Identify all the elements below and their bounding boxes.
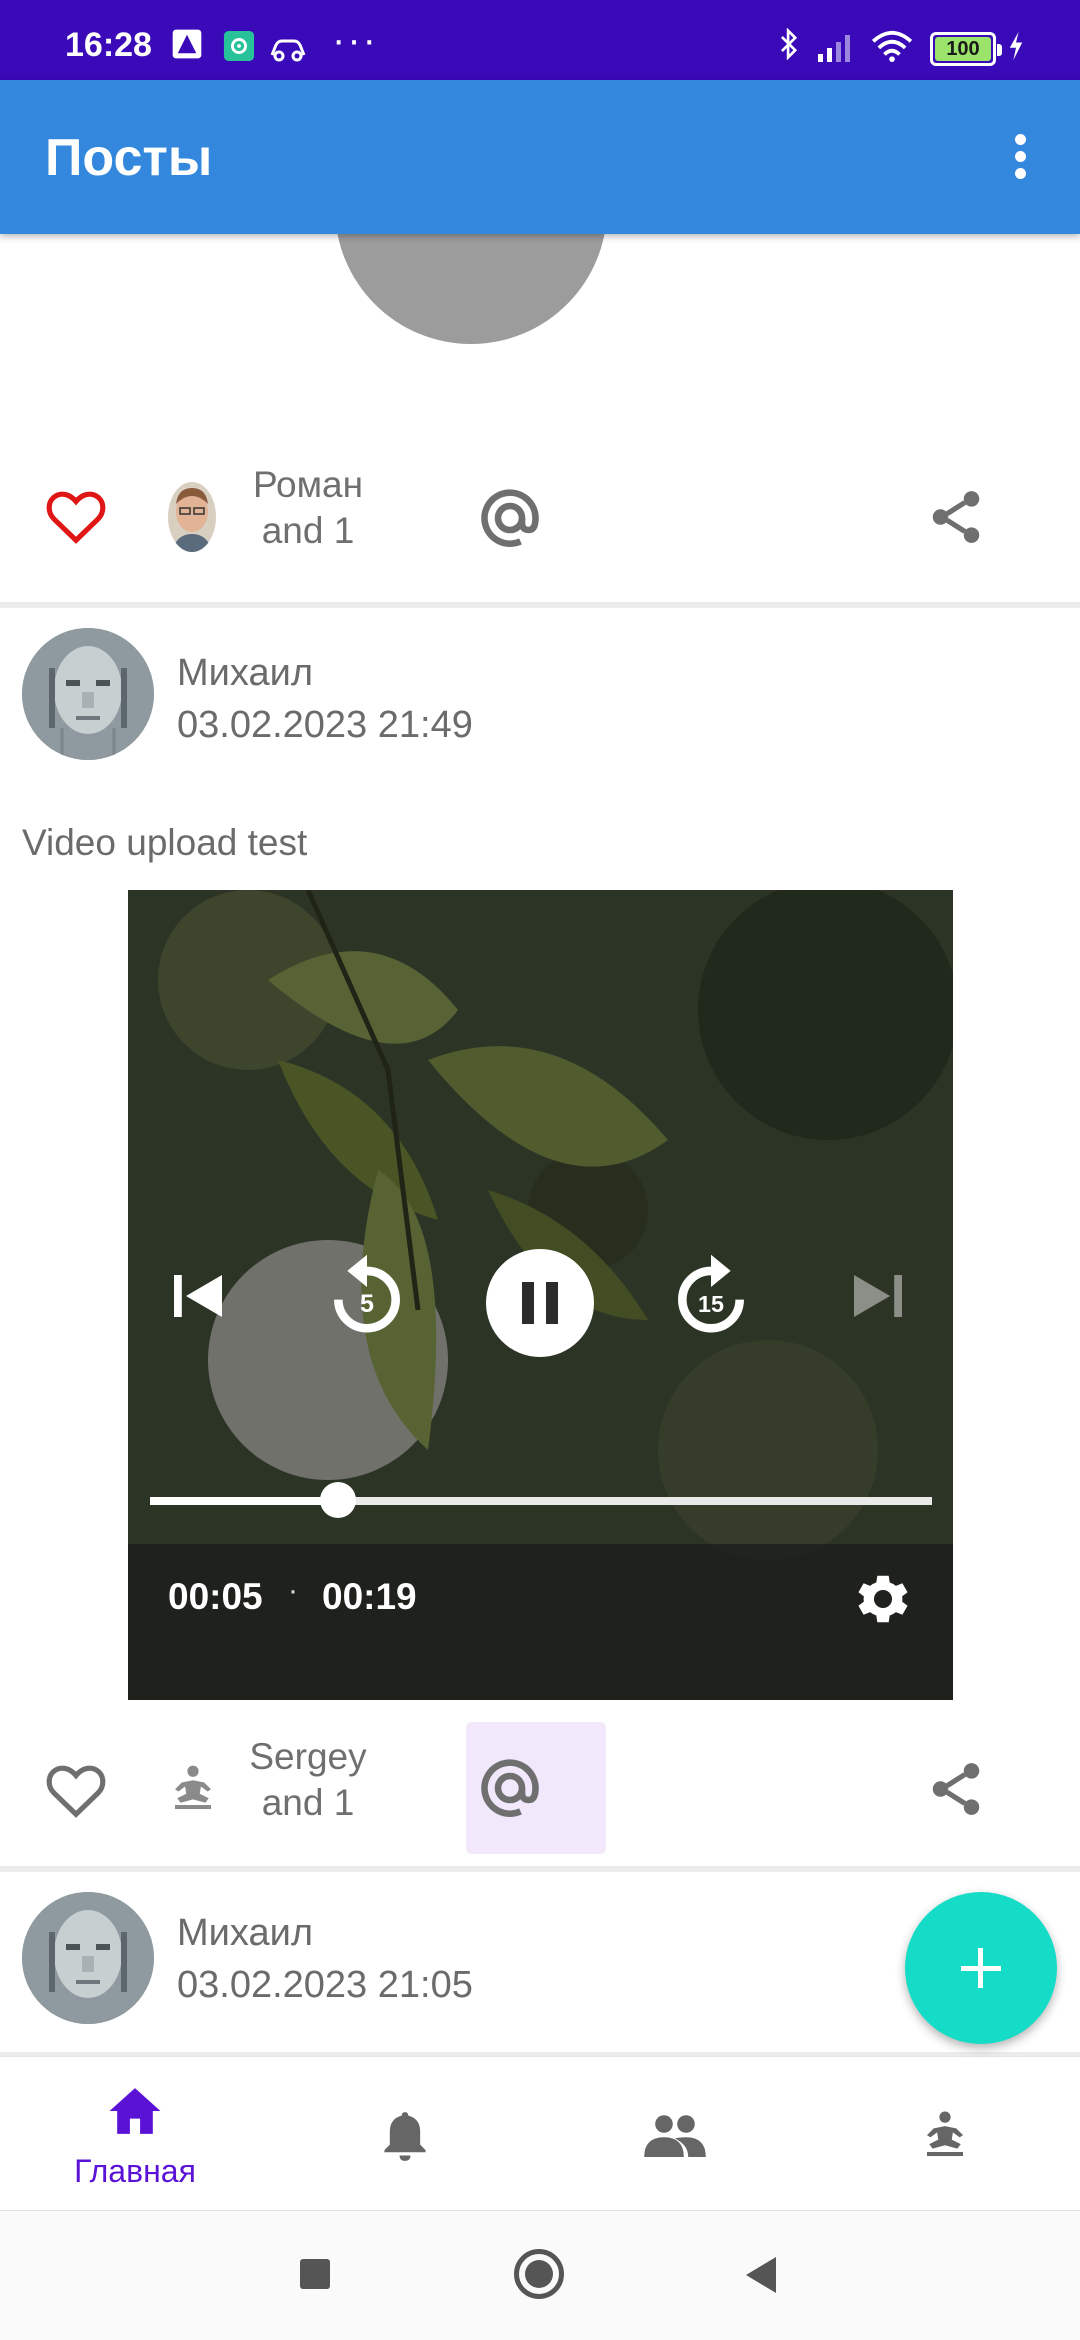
liker-avatar[interactable] bbox=[168, 482, 216, 552]
forward-15-icon[interactable]: 15 bbox=[668, 1248, 754, 1344]
like-outline-icon[interactable] bbox=[45, 1762, 107, 1820]
author-avatar[interactable] bbox=[22, 1892, 154, 2024]
likers-more: and 1 bbox=[261, 1782, 355, 1823]
author-avatar[interactable] bbox=[22, 628, 154, 760]
home-icon bbox=[109, 2088, 161, 2134]
settings-gear-icon[interactable] bbox=[852, 1568, 914, 1630]
gps-app-icon bbox=[223, 30, 255, 62]
rewind-5-icon[interactable]: 5 bbox=[324, 1248, 410, 1344]
video-player[interactable]: 5 15 00:05 · 00:19 bbox=[128, 890, 953, 1700]
post-text: Video upload test bbox=[22, 822, 308, 863]
battery-level: 100 bbox=[935, 37, 991, 61]
bluetooth-icon bbox=[780, 28, 798, 60]
duration: 00:19 bbox=[322, 1576, 417, 1617]
post-author[interactable]: Михаил bbox=[177, 652, 313, 695]
home-system-icon[interactable] bbox=[514, 2249, 564, 2299]
charging-icon bbox=[1009, 31, 1023, 61]
nav-profile[interactable] bbox=[810, 2057, 1080, 2211]
player-bottom-bar bbox=[128, 1544, 953, 1700]
status-more-icon: ··· bbox=[332, 18, 378, 62]
post-date: 03.02.2023 21:49 bbox=[177, 704, 473, 746]
status-bar: 16:28 ··· 100 bbox=[0, 0, 1080, 80]
app-bar: Посты bbox=[0, 80, 1080, 234]
post-actions: Роман and 1 bbox=[0, 442, 1080, 592]
rewind-label: 5 bbox=[360, 1290, 374, 1318]
like-filled-icon[interactable] bbox=[45, 488, 107, 546]
back-icon[interactable] bbox=[742, 2255, 778, 2295]
bell-icon bbox=[384, 2112, 426, 2161]
screen: 16:28 ··· 100 Посты Роман and 1 Михаил 0… bbox=[0, 0, 1080, 2340]
likers-name: Sergey bbox=[249, 1736, 367, 1777]
meditation-profile-icon bbox=[927, 2111, 963, 2157]
system-navigation-bar bbox=[0, 2210, 1080, 2340]
nav-home[interactable]: Главная bbox=[0, 2057, 270, 2211]
mention-icon[interactable] bbox=[474, 1752, 546, 1824]
likers-text[interactable]: Роман and 1 bbox=[238, 462, 378, 554]
likers-more: and 1 bbox=[261, 510, 355, 551]
forward-label: 15 bbox=[698, 1291, 724, 1317]
car-icon bbox=[270, 39, 306, 62]
people-icon bbox=[644, 2115, 706, 2157]
bottom-navigation: Главная bbox=[0, 2056, 1080, 2210]
time-separator: · bbox=[288, 1574, 298, 1607]
share-icon[interactable] bbox=[925, 1758, 987, 1820]
overflow-menu-icon[interactable] bbox=[1000, 130, 1040, 190]
skip-previous-icon[interactable] bbox=[162, 1260, 234, 1332]
share-icon[interactable] bbox=[925, 486, 987, 548]
app-notification-icon bbox=[172, 29, 202, 59]
wifi-icon bbox=[871, 30, 913, 62]
likers-text[interactable]: Sergey and 1 bbox=[238, 1734, 378, 1826]
post-actions: Sergey and 1 bbox=[0, 1716, 1080, 1866]
nav-notifications[interactable] bbox=[270, 2057, 540, 2211]
likers-name: Роман bbox=[252, 464, 364, 505]
meditation-avatar-icon[interactable] bbox=[166, 1760, 220, 1814]
signal-icon bbox=[818, 35, 850, 62]
progress-track[interactable] bbox=[150, 1497, 932, 1505]
current-time: 00:05 bbox=[168, 1576, 263, 1617]
add-post-button[interactable] bbox=[905, 1892, 1057, 2044]
page-title: Посты bbox=[45, 129, 213, 187]
progress-fill bbox=[150, 1497, 338, 1505]
skip-next-icon[interactable] bbox=[842, 1260, 914, 1332]
mention-icon[interactable] bbox=[474, 482, 546, 554]
post-card: Михаил 03.02.2023 21:49 Video upload tes… bbox=[0, 608, 1080, 1866]
recents-icon[interactable] bbox=[300, 2259, 330, 2289]
post-date: 03.02.2023 21:05 bbox=[177, 1964, 473, 2006]
progress-thumb[interactable] bbox=[319, 1482, 356, 1518]
post-author[interactable]: Михаил bbox=[177, 1912, 313, 1955]
battery-icon: 100 bbox=[930, 32, 1002, 66]
post-card: Роман and 1 bbox=[0, 194, 1080, 602]
pause-button[interactable] bbox=[486, 1249, 594, 1357]
nav-people[interactable] bbox=[540, 2057, 810, 2211]
status-time: 16:28 bbox=[65, 26, 152, 64]
nav-home-label: Главная bbox=[74, 2153, 196, 2189]
